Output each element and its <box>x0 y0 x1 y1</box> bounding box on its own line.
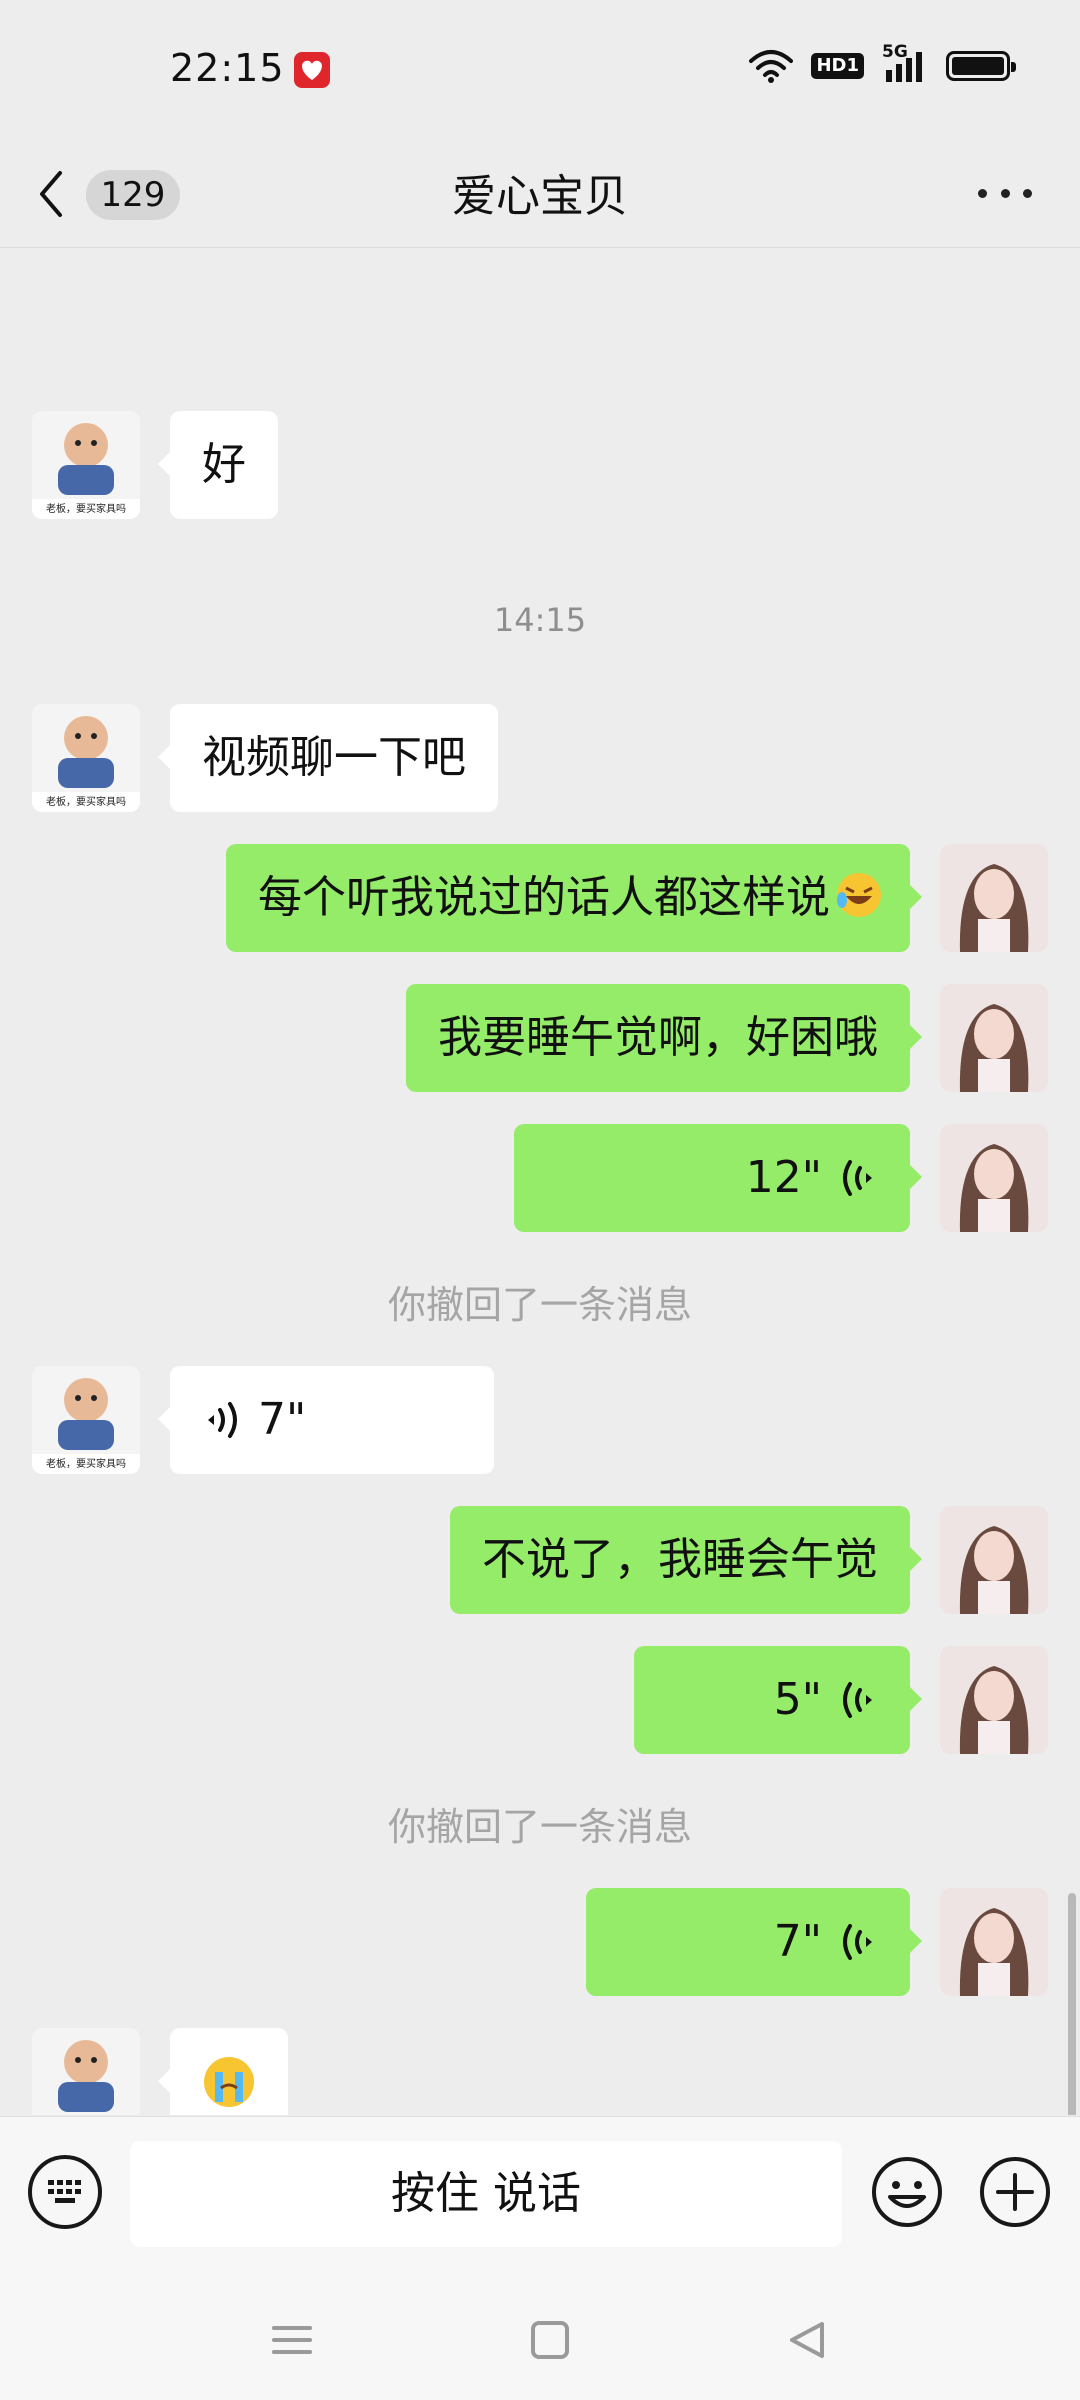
system-navigation-bar <box>0 2286 1080 2400</box>
message-row-incoming: 老板，要买家具吗 好 <box>0 411 1080 519</box>
message-row-outgoing: 7" <box>0 1888 1080 1996</box>
voice-wave-icon <box>843 1160 872 1196</box>
keyboard-toggle-button[interactable] <box>28 2155 102 2229</box>
svg-text:老板，要买家具吗: 老板，要买家具吗 <box>46 795 126 808</box>
timestamp: 14:15 <box>493 601 587 639</box>
keyboard-icon <box>48 2180 81 2203</box>
voice-message-bubble[interactable]: 5" <box>634 1646 922 1754</box>
signal-5g-icon: 5G <box>882 42 928 84</box>
recall-notice: 你撤回了一条消息 <box>387 1283 692 1327</box>
my-avatar[interactable] <box>940 1646 1048 1754</box>
contact-avatar[interactable]: 老板，要买家具吗 <box>32 1366 140 1474</box>
back-triangle-icon[interactable] <box>778 2310 838 2370</box>
my-avatar[interactable] <box>940 844 1048 952</box>
message-text: 每个听我说过的话人都这样说 <box>258 872 830 923</box>
message-bubble[interactable]: 好 <box>158 411 278 519</box>
chat-header: 129 爱心宝贝 <box>0 140 1080 248</box>
voice-duration: 7" <box>773 1916 822 1967</box>
chat-screen: 22:15 HD1 5G 129 爱心宝贝 老板，要买家具吗 好 14:15 老… <box>0 0 1080 2400</box>
input-bar: 按住 说话 <box>0 2116 1080 2286</box>
voice-message-bubble[interactable]: 7" <box>586 1888 922 1996</box>
more-dots-icon[interactable] <box>970 168 1040 218</box>
status-bar: 22:15 HD1 5G <box>0 0 1080 140</box>
message-row-outgoing: 5" <box>0 1646 1080 1754</box>
voice-wave-icon <box>843 1924 872 1960</box>
message-bubble[interactable]: 每个听我说过的话人都这样说 <box>226 844 922 952</box>
voice-wave-icon <box>208 1402 237 1438</box>
message-row-incoming: 老板，要买家具吗 7" <box>0 1366 1080 1474</box>
status-time: 22:15 <box>170 46 285 90</box>
message-bubble[interactable]: 视频聊一下吧 <box>158 704 498 812</box>
message-row-incoming <box>0 2028 1080 2115</box>
scrollbar[interactable] <box>1068 1893 1076 2115</box>
contact-avatar[interactable] <box>32 2028 140 2115</box>
emoji-message-bubble[interactable] <box>158 2028 288 2115</box>
wifi-icon <box>749 50 794 83</box>
my-avatar[interactable] <box>940 1506 1048 1614</box>
contact-avatar[interactable]: 老板，要买家具吗 <box>32 704 140 812</box>
svg-text:老板，要买家具吗: 老板，要买家具吗 <box>46 502 126 515</box>
app-notification-icon <box>294 52 330 88</box>
hd-badge: HD1 <box>811 53 864 79</box>
contact-avatar[interactable]: 老板，要买家具吗 <box>32 411 140 519</box>
voice-duration: 7" <box>258 1394 307 1445</box>
voice-message-bubble[interactable]: 7" <box>158 1366 494 1474</box>
voice-duration: 12" <box>745 1152 822 1203</box>
menu-icon[interactable] <box>262 2310 322 2370</box>
message-row-incoming: 老板，要买家具吗 视频聊一下吧 <box>0 704 1080 812</box>
plus-icon[interactable] <box>978 2155 1052 2229</box>
recall-notice: 你撤回了一条消息 <box>387 1805 692 1849</box>
message-bubble[interactable]: 不说了，我睡会午觉 <box>450 1506 922 1614</box>
voice-message-bubble[interactable]: 12" <box>514 1124 922 1232</box>
laughing-tears-emoji-icon <box>837 873 881 917</box>
chat-title: 爱心宝贝 <box>452 171 628 222</box>
my-avatar[interactable] <box>940 1124 1048 1232</box>
message-row-outgoing: 我要睡午觉啊，好困哦 <box>0 984 1080 1092</box>
my-avatar[interactable] <box>940 984 1048 1092</box>
battery-icon <box>946 51 1016 81</box>
home-square-icon[interactable] <box>520 2310 580 2370</box>
message-list[interactable]: 老板，要买家具吗 好 14:15 老板，要买家具吗 视频聊一下吧 每个听我说过的… <box>0 249 1080 2115</box>
message-bubble[interactable]: 我要睡午觉啊，好困哦 <box>406 984 922 1092</box>
my-avatar[interactable] <box>940 1888 1048 1996</box>
status-icons: HD1 5G <box>749 42 1016 84</box>
hold-to-talk-button[interactable]: 按住 说话 <box>130 2141 842 2247</box>
message-row-outgoing: 12" <box>0 1124 1080 1232</box>
voice-wave-icon <box>843 1682 872 1718</box>
message-row-outgoing: 不说了，我睡会午觉 <box>0 1506 1080 1614</box>
svg-text:老板，要买家具吗: 老板，要买家具吗 <box>46 1457 126 1470</box>
message-row-outgoing: 每个听我说过的话人都这样说 <box>0 844 1080 952</box>
voice-duration: 5" <box>773 1674 822 1725</box>
crying-emoji-icon <box>204 2057 254 2107</box>
emoji-icon[interactable] <box>870 2155 944 2229</box>
